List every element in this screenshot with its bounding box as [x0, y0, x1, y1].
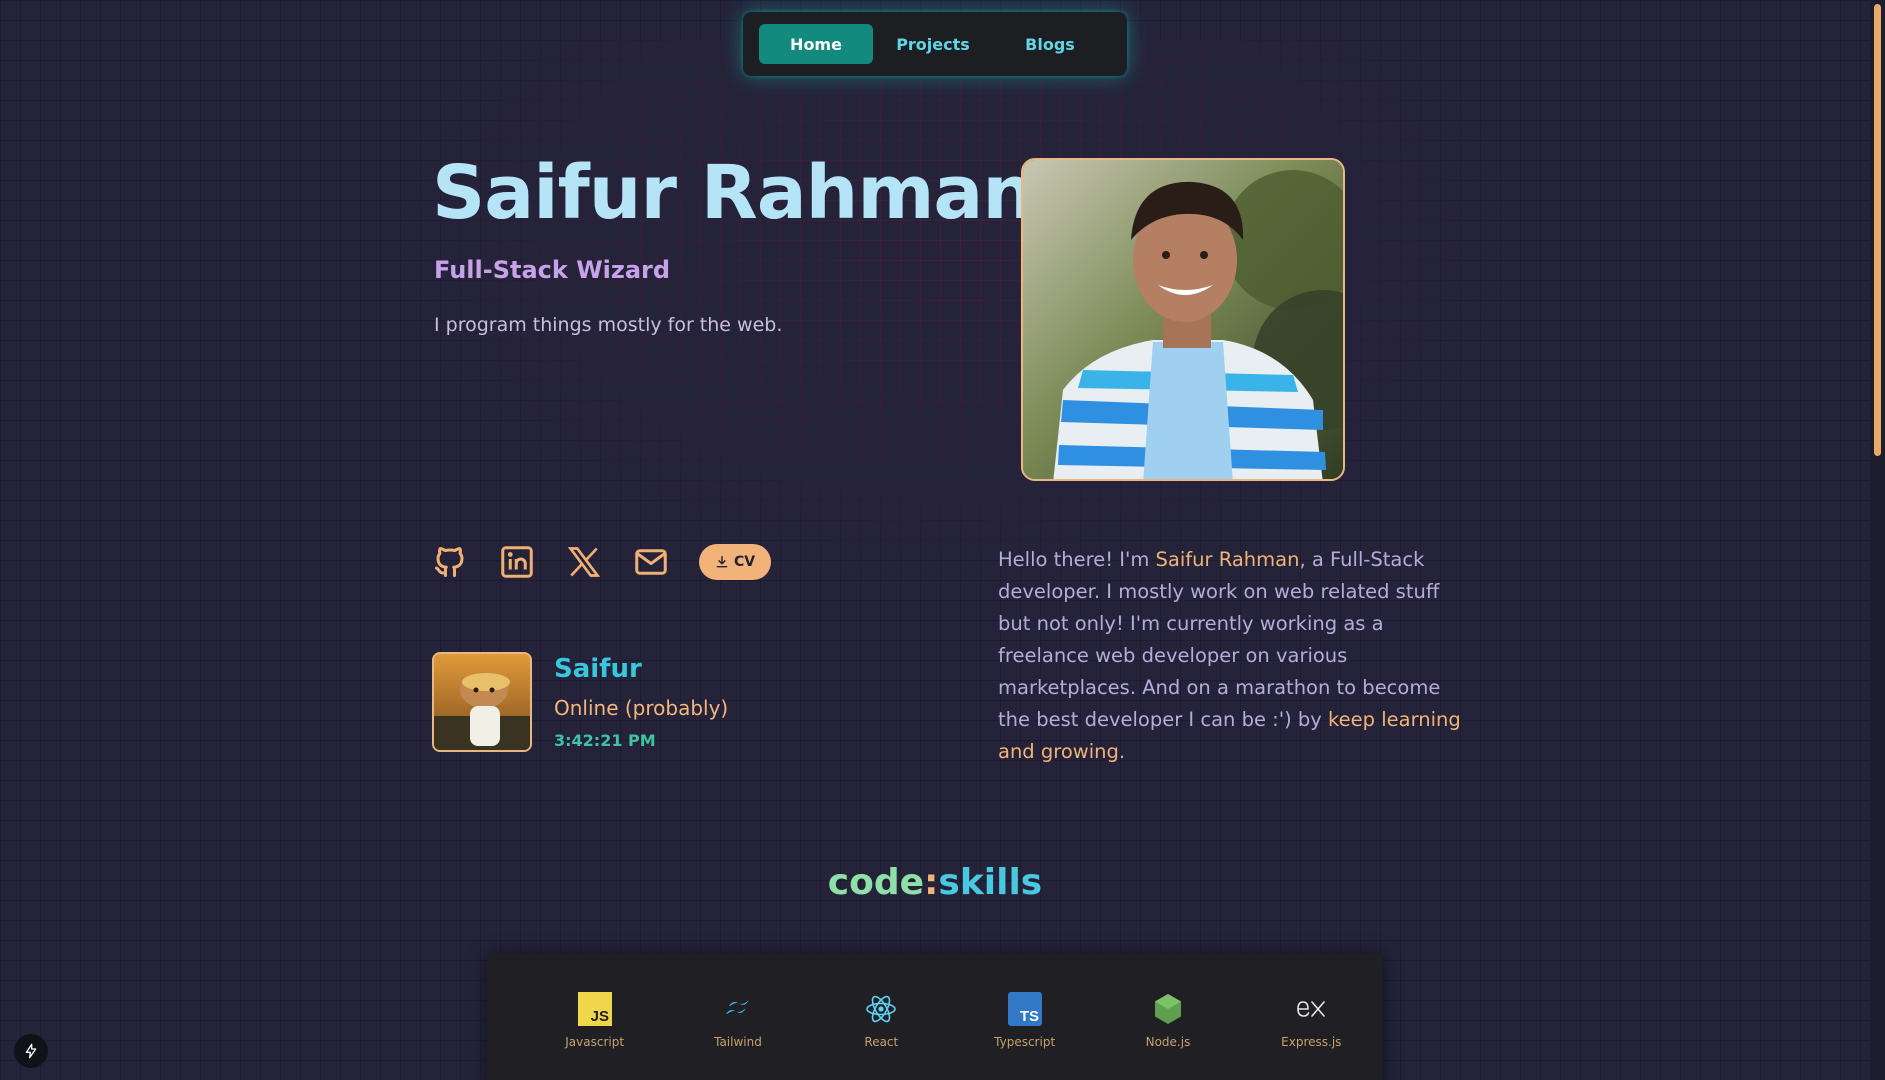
download-icon [716, 556, 728, 568]
x-icon[interactable] [566, 544, 602, 580]
mail-icon[interactable] [633, 544, 669, 580]
download-cv-button[interactable]: CV [699, 544, 771, 580]
hero-tagline: I program things mostly for the web. [434, 314, 783, 336]
skill-express: Express.js [1240, 992, 1383, 1080]
top-navigation: Home Projects Blogs [743, 12, 1127, 76]
react-icon [866, 995, 897, 1023]
avatar [432, 652, 532, 752]
skills-heading: code:skills [827, 862, 1043, 903]
skill-label: Javascript [565, 1035, 625, 1049]
skill-label: Express.js [1281, 1035, 1342, 1049]
status-state: Online (probably) [554, 696, 729, 720]
nav-blogs[interactable]: Blogs [993, 24, 1107, 64]
social-links: CV [432, 544, 771, 580]
skill-typescript: TS Typescript [953, 992, 1096, 1080]
page-scrollbar[interactable] [1870, 0, 1885, 1080]
about-name-highlight: Saifur Rahman [1155, 548, 1300, 571]
nodejs-icon [1154, 994, 1181, 1024]
cv-label: CV [733, 554, 756, 570]
profile-photo [1021, 158, 1345, 481]
javascript-icon: JS [577, 992, 612, 1026]
skill-react: React [810, 992, 953, 1080]
skill-nodejs: Node.js [1096, 992, 1239, 1080]
svg-text:TS: TS [1019, 1008, 1038, 1025]
tailwind-icon [725, 1000, 749, 1014]
status-time: 3:42:21 PM [554, 731, 656, 750]
skill-label: Tailwind [714, 1035, 762, 1049]
typescript-icon: TS [1007, 992, 1042, 1026]
hero-name: Saifur Rahman [432, 150, 1035, 236]
nav-home[interactable]: Home [759, 24, 873, 64]
svg-text:JS: JS [590, 1008, 608, 1025]
github-icon[interactable] [432, 544, 468, 580]
skill-label: React [864, 1035, 899, 1049]
hero-role: Full-Stack Wizard [434, 256, 671, 284]
skill-label: Typescript [994, 1035, 1056, 1049]
bolt-icon [25, 1043, 37, 1059]
express-icon [1297, 1001, 1326, 1017]
about-text: Hello there! I'm Saifur Rahman, a Full-S… [998, 548, 1461, 763]
skills-panel: JS Javascript Tailwind React TS Typescri… [487, 954, 1383, 1080]
skill-tailwind: Tailwind [666, 992, 809, 1080]
linkedin-icon[interactable] [499, 544, 535, 580]
skill-label: Node.js [1145, 1035, 1191, 1049]
nav-projects[interactable]: Projects [876, 24, 990, 64]
scrollbar-thumb[interactable] [1874, 4, 1881, 456]
skill-javascript: JS Javascript [523, 992, 666, 1080]
status-username: Saifur [554, 654, 642, 684]
quick-action-button[interactable] [14, 1034, 48, 1068]
